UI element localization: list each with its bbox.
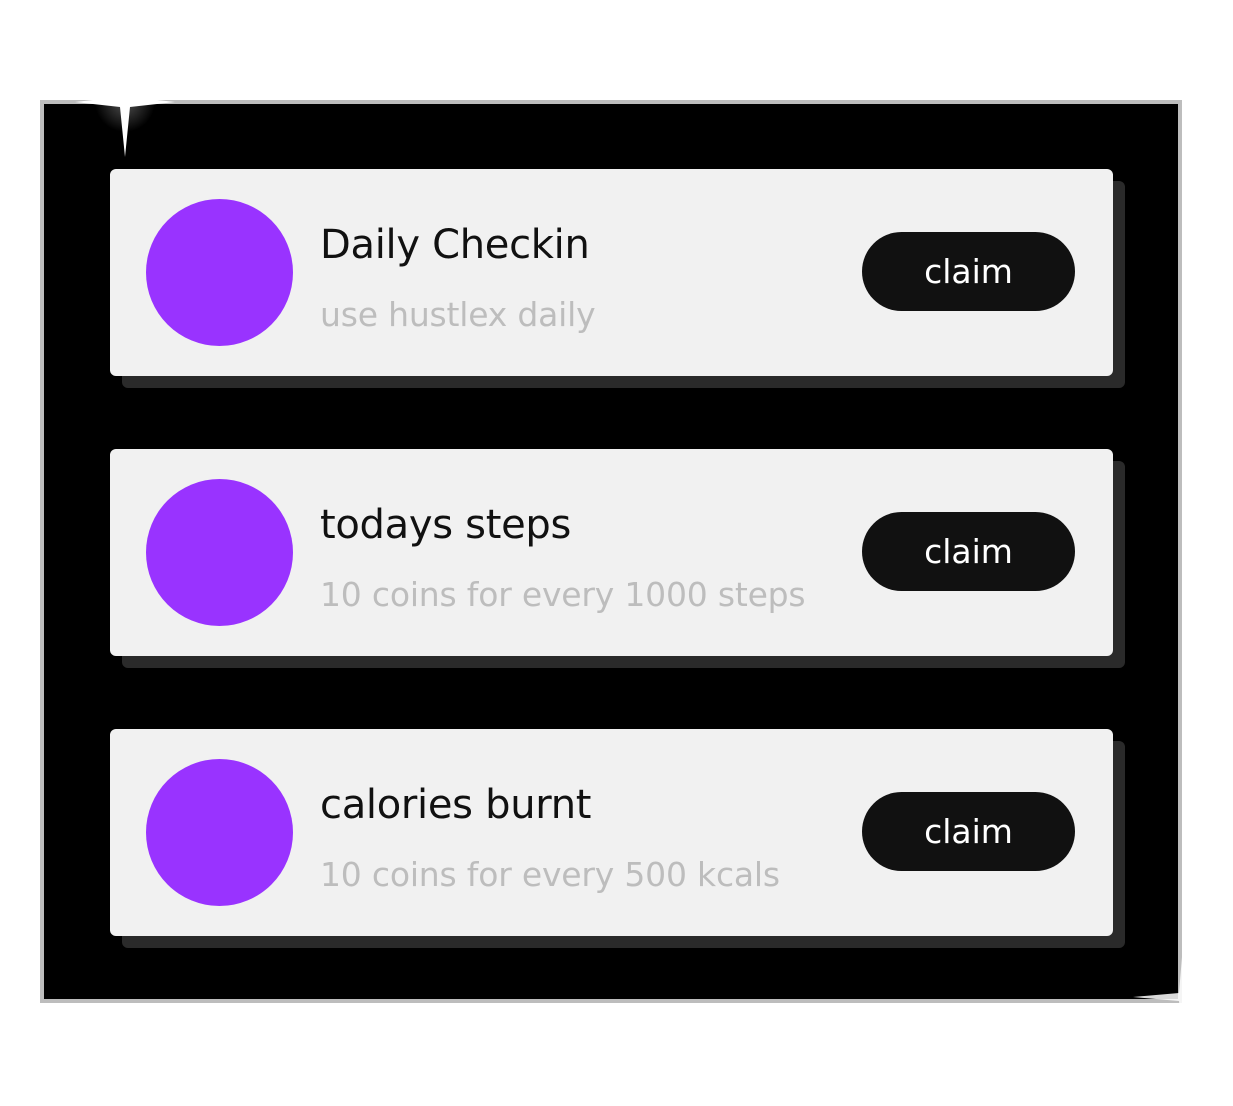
claim-button[interactable]: claim <box>862 792 1075 871</box>
task-title: todays steps <box>320 502 572 548</box>
task-title: calories burnt <box>320 782 592 828</box>
task-card-daily-checkin: Daily Checkin use hustlex daily claim <box>110 169 1113 376</box>
screen: Daily Checkin use hustlex daily claim to… <box>0 0 1233 1106</box>
task-description: 10 coins for every 500 kcals <box>320 855 780 894</box>
task-card-calories-burnt: calories burnt 10 coins for every 500 kc… <box>110 729 1113 936</box>
task-description: use hustlex daily <box>320 295 596 334</box>
claim-button[interactable]: claim <box>862 232 1075 311</box>
task-card-todays-steps: todays steps 10 coins for every 1000 ste… <box>110 449 1113 656</box>
task-icon-avatar <box>146 759 293 906</box>
task-title: Daily Checkin <box>320 222 590 268</box>
task-icon-avatar <box>146 199 293 346</box>
task-description: 10 coins for every 1000 steps <box>320 575 806 614</box>
claim-button[interactable]: claim <box>862 512 1075 591</box>
task-icon-avatar <box>146 479 293 626</box>
